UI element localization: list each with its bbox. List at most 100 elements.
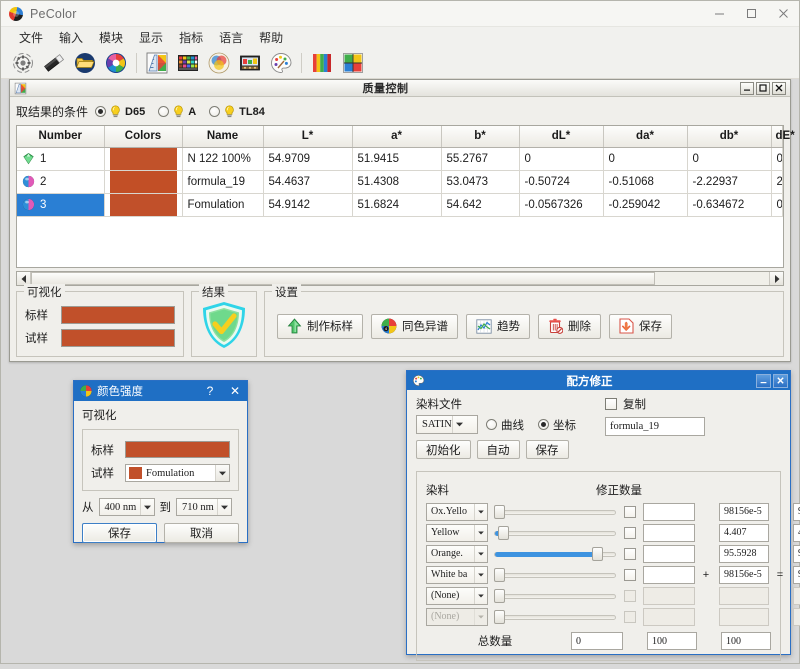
make-standard-button[interactable]: 制作标样 [277,314,363,339]
trend-button[interactable]: 趋势 [466,314,530,339]
radio-curve-indicator[interactable] [486,419,497,430]
chevron-down-icon[interactable] [474,504,487,520]
col-de-star[interactable]: dE* [771,126,783,147]
qc-close-button[interactable] [772,82,786,95]
col-dl-star[interactable]: dL* [519,126,603,147]
slider-thumb[interactable] [494,589,505,603]
formula-name-input[interactable]: formula_19 [605,417,705,436]
save-button[interactable]: 保存 [609,314,672,339]
dye-select[interactable]: Ox.Yello [426,503,488,521]
menu-item-display[interactable]: 显示 [131,27,171,48]
table-horizontal-scrollbar[interactable] [16,271,784,286]
cs-save-button[interactable]: 保存 [82,523,157,543]
metamerism-button[interactable]: 4 同色异谱 [371,314,458,339]
radio-tl84-indicator[interactable] [209,106,220,117]
chevron-down-icon[interactable] [452,416,466,433]
close-icon[interactable] [767,1,799,27]
dye-lock-checkbox[interactable] [624,506,636,518]
qc-maximize-button[interactable] [756,82,770,95]
col-b-star[interactable]: b* [441,126,519,147]
col-number[interactable]: Number [17,126,104,147]
fc-close-button[interactable] [773,374,788,388]
dye-slider[interactable] [494,524,616,542]
qc-minimize-button[interactable] [740,82,754,95]
total-new-field[interactable]: 100 [721,632,771,650]
slider-thumb[interactable] [498,526,509,540]
eraser-icon[interactable] [41,50,67,76]
radio-a-indicator[interactable] [158,106,169,117]
slider-thumb[interactable] [494,505,505,519]
chevron-down-icon[interactable] [215,465,229,481]
correction-input[interactable] [643,524,695,542]
copy-checkbox-row[interactable]: 复制 [605,396,781,412]
fc-minimize-button[interactable] [756,374,771,388]
radio-mode-curve[interactable]: 曲线 [486,417,524,433]
menu-item-help[interactable]: 帮助 [251,27,291,48]
copy-checkbox[interactable] [605,398,617,410]
initialize-button[interactable]: 初始化 [416,440,471,459]
col-l-star[interactable]: L* [263,126,352,147]
dye-select[interactable]: Yellow [426,524,488,542]
table-row[interactable]: 2 formula_19 54.4637 51.4308 53.0473 [17,170,783,193]
radio-illuminant-tl84[interactable]: TL84 [209,105,265,118]
delete-button[interactable]: 删除 [538,314,601,339]
color-map-icon[interactable] [340,50,366,76]
scrollbar-thumb[interactable] [31,272,655,285]
radio-illuminant-a[interactable]: A [158,105,196,118]
fc-save-button[interactable]: 保存 [526,440,569,459]
auto-button[interactable]: 自动 [477,440,520,459]
current-amount-field[interactable]: 98156e-5 [719,566,769,584]
dye-select[interactable]: White ba [426,566,488,584]
scrollbar-track[interactable] [31,272,769,285]
col-colors[interactable]: Colors [104,126,182,147]
radio-d65-indicator[interactable] [95,106,106,117]
scroll-right-icon[interactable] [769,272,783,285]
dye-slider[interactable] [494,566,616,584]
new-amount-field[interactable]: 98156e-5 [793,503,800,521]
total-current-field[interactable]: 100 [647,632,697,650]
folder-open-icon[interactable] [72,50,98,76]
color-wheel-icon[interactable] [103,50,129,76]
close-icon[interactable]: ✕ [225,381,245,401]
chevron-down-icon[interactable] [474,588,487,604]
chevron-down-icon[interactable] [474,525,487,541]
cs-to-combo[interactable]: 710 nm [176,498,232,516]
recipe-icon[interactable] [237,50,263,76]
col-da-star[interactable]: da* [603,126,687,147]
dye-slider[interactable] [494,503,616,521]
dye-slider[interactable] [494,587,616,605]
correction-input[interactable] [643,545,695,563]
radio-illuminant-d65[interactable]: D65 [95,105,145,118]
chevron-down-icon[interactable] [140,499,154,515]
table-row[interactable]: 3 Fomulation 54.9142 51.6824 54.642 [17,193,783,216]
menu-item-file[interactable]: 文件 [11,27,51,48]
color-mixing-icon[interactable] [206,50,232,76]
col-db-star[interactable]: db* [687,126,771,147]
radio-coordinate-indicator[interactable] [538,419,549,430]
cs-sample-combo[interactable]: Fomulation [125,464,230,482]
col-a-star[interactable]: a* [352,126,441,147]
quality-control-icon[interactable] [144,50,170,76]
settings-gear-icon[interactable] [10,50,36,76]
dye-select[interactable]: (None) [426,587,488,605]
slider-thumb[interactable] [592,547,603,561]
new-amount-field[interactable]: 98156e-5 [793,566,800,584]
chevron-down-icon[interactable] [217,499,231,515]
correction-input[interactable] [643,566,695,584]
dye-lock-checkbox[interactable] [624,527,636,539]
menu-item-module[interactable]: 模块 [91,27,131,48]
new-amount-field[interactable]: 95.5928 [793,545,800,563]
slider-thumb[interactable] [494,568,505,582]
new-amount-field[interactable]: 4.407 [793,524,800,542]
dye-lock-checkbox[interactable] [624,548,636,560]
spectrum-bars-icon[interactable] [309,50,335,76]
current-amount-field[interactable]: 4.407 [719,524,769,542]
dye-file-combo[interactable]: SATIN [416,415,478,434]
menu-item-metrics[interactable]: 指标 [171,27,211,48]
table-row[interactable]: 1 N 122 100% 54.9709 51.9415 55.2767 [17,147,783,170]
chevron-down-icon[interactable] [474,567,487,583]
col-name[interactable]: Name [182,126,263,147]
dye-slider[interactable] [494,545,616,563]
radio-mode-coordinate[interactable]: 坐标 [538,417,576,433]
chevron-down-icon[interactable] [474,546,487,562]
